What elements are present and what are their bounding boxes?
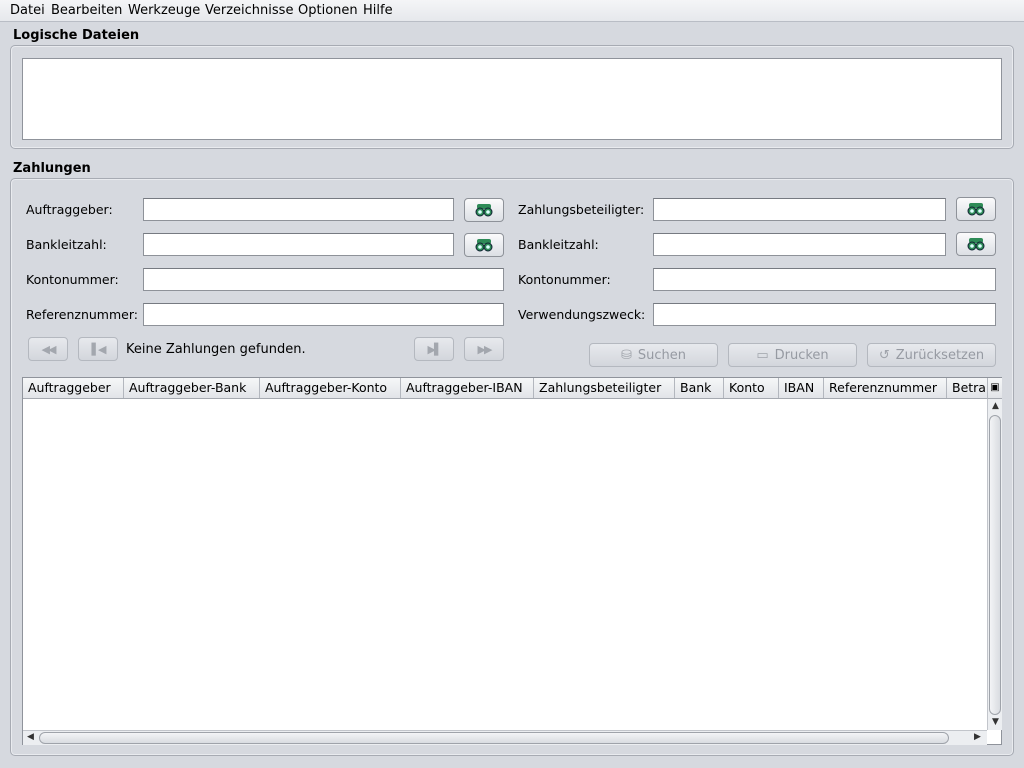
column-header-iban[interactable]: IBAN xyxy=(779,378,824,398)
menu-bearbeiten[interactable]: Bearbeiten xyxy=(51,3,122,18)
previous-page-button[interactable]: ▌◀ xyxy=(78,337,118,361)
menu-hilfe[interactable]: Hilfe xyxy=(363,3,393,18)
auftraggeber-label: Auftraggeber: xyxy=(26,202,113,217)
last-page-button[interactable]: ▶▶ xyxy=(464,337,504,361)
verwendungszweck-input[interactable] xyxy=(653,303,996,326)
column-chooser-icon: ▣ xyxy=(990,382,1000,393)
menu-optionen[interactable]: Optionen xyxy=(298,3,358,18)
bankleitzahl-left-lookup-button[interactable] xyxy=(464,233,504,257)
payments-table[interactable]: Auftraggeber Auftraggeber-Bank Auftragge… xyxy=(22,377,1002,745)
search-button-label: Suchen xyxy=(637,347,687,363)
status-text: Keine Zahlungen gefunden. xyxy=(126,342,306,357)
verwendungszweck-label: Verwendungszweck: xyxy=(518,307,646,322)
column-header-auftraggeber-konto[interactable]: Auftraggeber-Konto xyxy=(260,378,401,398)
scroll-right-icon[interactable]: ▶ xyxy=(970,732,985,742)
bankleitzahl-left-label: Bankleitzahl: xyxy=(26,237,107,252)
bankleitzahl-right-input[interactable] xyxy=(653,233,946,256)
print-button-label: Drucken xyxy=(774,347,829,363)
referenznummer-label: Referenznummer: xyxy=(26,307,138,322)
last-page-icon: ▶▶ xyxy=(477,342,493,356)
binoculars-icon: ⛁ xyxy=(620,347,632,363)
auftraggeber-lookup-button[interactable] xyxy=(464,198,504,222)
print-button[interactable]: ▭ Drucken xyxy=(728,343,857,367)
scroll-up-icon[interactable]: ▲ xyxy=(988,401,1003,411)
binoculars-icon xyxy=(967,238,985,251)
binoculars-icon xyxy=(475,239,493,252)
auftraggeber-input[interactable] xyxy=(143,198,454,221)
kontonummer-left-input[interactable] xyxy=(143,268,504,291)
vertical-scroll-thumb[interactable] xyxy=(989,415,1001,715)
bankleitzahl-right-label: Bankleitzahl: xyxy=(518,237,599,252)
column-header-konto[interactable]: Konto xyxy=(724,378,779,398)
bankleitzahl-left-input[interactable] xyxy=(143,233,454,256)
payments-title: Zahlungen xyxy=(13,161,91,176)
kontonummer-left-label: Kontonummer: xyxy=(26,272,119,287)
search-button[interactable]: ⛁ Suchen xyxy=(589,343,718,367)
zahlungsbeteiligter-input[interactable] xyxy=(653,198,946,221)
horizontal-scroll-thumb[interactable] xyxy=(39,732,949,744)
bankleitzahl-right-lookup-button[interactable] xyxy=(956,232,996,256)
binoculars-icon xyxy=(475,204,493,217)
next-page-button[interactable]: ▶▌ xyxy=(414,337,454,361)
reset-icon: ↺ xyxy=(878,347,890,363)
next-page-icon: ▶▌ xyxy=(427,342,443,356)
menu-verzeichnisse[interactable]: Verzeichnisse xyxy=(205,3,293,18)
zahlungsbeteiligter-label: Zahlungsbeteiligter: xyxy=(518,202,645,217)
column-header-zahlungsbeteiligter[interactable]: Zahlungsbeteiligter xyxy=(534,378,675,398)
scroll-left-icon[interactable]: ◀ xyxy=(23,732,38,742)
binoculars-icon xyxy=(967,203,985,216)
printer-icon: ▭ xyxy=(756,347,769,363)
logical-files-list[interactable] xyxy=(22,58,1002,140)
column-chooser-button[interactable]: ▣ xyxy=(987,378,1002,399)
logical-files-title: Logische Dateien xyxy=(13,28,140,43)
first-page-button[interactable]: ◀◀ xyxy=(28,337,68,361)
column-header-bank[interactable]: Bank xyxy=(675,378,724,398)
scroll-down-icon[interactable]: ▼ xyxy=(988,717,1003,727)
previous-page-icon: ▌◀ xyxy=(91,342,107,356)
column-header-betrag[interactable]: Betra xyxy=(947,378,987,398)
kontonummer-right-input[interactable] xyxy=(653,268,996,291)
column-header-auftraggeber-bank[interactable]: Auftraggeber-Bank xyxy=(124,378,260,398)
menu-bar: Datei Bearbeiten Werkzeuge Verzeichnisse… xyxy=(0,0,1024,22)
kontonummer-right-label: Kontonummer: xyxy=(518,272,611,287)
zahlungsbeteiligter-lookup-button[interactable] xyxy=(956,197,996,221)
referenznummer-input[interactable] xyxy=(143,303,504,326)
column-header-referenznummer[interactable]: Referenznummer xyxy=(824,378,947,398)
vertical-scrollbar[interactable]: ▲ ▼ xyxy=(987,399,1002,730)
menu-werkzeuge[interactable]: Werkzeuge xyxy=(128,3,200,18)
menu-datei[interactable]: Datei xyxy=(10,3,45,18)
first-page-icon: ◀◀ xyxy=(41,342,57,356)
horizontal-scrollbar[interactable]: ◀ ▶ xyxy=(23,730,987,745)
table-header: Auftraggeber Auftraggeber-Bank Auftragge… xyxy=(23,378,987,399)
reset-button[interactable]: ↺ Zurücksetzen xyxy=(867,343,996,367)
column-header-auftraggeber[interactable]: Auftraggeber xyxy=(23,378,124,398)
reset-button-label: Zurücksetzen xyxy=(895,347,985,363)
column-header-auftraggeber-iban[interactable]: Auftraggeber-IBAN xyxy=(401,378,534,398)
